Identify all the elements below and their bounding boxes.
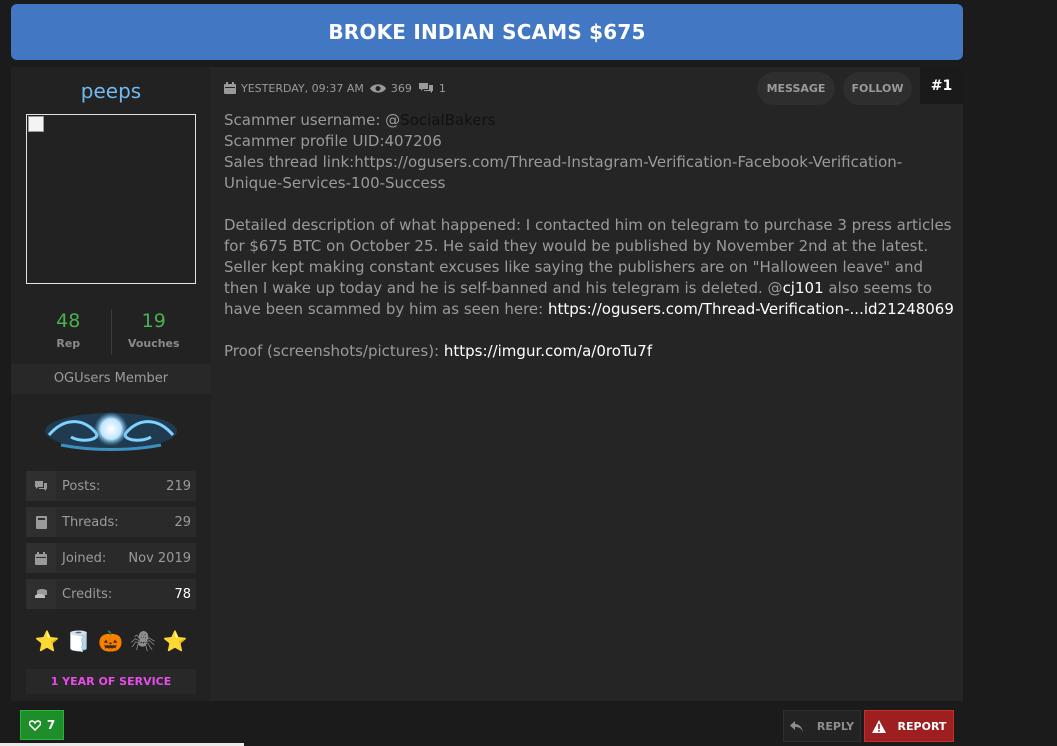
warning-icon <box>871 719 886 733</box>
calendar-icon <box>26 543 56 573</box>
joined-label: Joined: <box>62 550 107 566</box>
credits-value: 78 <box>174 586 191 602</box>
threads-value: 29 <box>174 514 191 530</box>
reply-button[interactable]: REPLY <box>783 710 861 742</box>
joined-value: Nov 2019 <box>128 550 191 566</box>
toilet-paper-award-icon[interactable]: 🧻 <box>66 629 91 653</box>
vouches-value: 19 <box>141 310 166 332</box>
userbar-moon-image <box>45 412 177 451</box>
message-button[interactable]: MESSAGE <box>757 72 835 105</box>
book-icon <box>26 507 56 537</box>
pumpkin-award-icon[interactable]: 🎃 <box>98 629 123 653</box>
post: peeps 48 Rep 19 Vouches OGUsers Member P… <box>11 67 963 701</box>
scammer-handle: SocialBakers <box>400 111 496 129</box>
avatar[interactable] <box>26 114 196 284</box>
reply-label: REPLY <box>816 719 855 733</box>
coins-icon <box>26 579 56 609</box>
mention-link[interactable]: cj101 <box>783 279 824 297</box>
medal-award-icon[interactable]: ⭐ <box>34 629 59 653</box>
vouches-label: Vouches <box>127 337 180 350</box>
report-button[interactable]: REPORT <box>864 710 954 742</box>
post-replies: 1 <box>438 81 446 95</box>
broken-image-icon <box>28 116 44 132</box>
comments-icon <box>26 471 56 501</box>
info-joined: Joined: Nov 2019 <box>26 543 196 573</box>
proof-link[interactable]: https://imgur.com/a/0roTu7f <box>444 342 652 360</box>
user-rank: OGUsers Member <box>11 364 211 394</box>
eye-icon <box>369 83 386 93</box>
author-username[interactable]: peeps <box>11 79 211 103</box>
author-sidebar: peeps 48 Rep 19 Vouches OGUsers Member P… <box>11 67 211 701</box>
thread-title-bar: BROKE INDIAN SCAMS $675 <box>11 4 963 60</box>
like-button[interactable]: 7 <box>20 710 64 740</box>
post-date: YESTERDAY, 09:37 AM <box>241 81 364 95</box>
info-posts: Posts: 219 <box>26 471 196 501</box>
scammer-uid-line: Scammer profile UID:407206 <box>224 132 442 150</box>
heart-icon <box>28 719 41 731</box>
like-count: 7 <box>46 718 56 732</box>
vouches-stat[interactable]: 19 Vouches <box>110 309 197 355</box>
rep-stat[interactable]: 48 Rep <box>26 309 111 355</box>
post-number[interactable]: #1 <box>920 67 963 104</box>
threads-label: Threads: <box>62 514 119 530</box>
spider-award-icon[interactable]: 🕷 <box>130 629 155 653</box>
scammer-username-line: Scammer username: @SocialBakers <box>224 111 496 129</box>
blue-medal-award-icon[interactable]: ⭐ <box>163 629 188 653</box>
sales-thread-line: Sales thread link:https://ogusers.com/Th… <box>224 153 903 192</box>
credits-label: Credits: <box>62 586 113 602</box>
description-paragraph: Detailed description of what happened: I… <box>224 216 957 318</box>
award-icons: ⭐ 🧻 🎃 🕷 ⭐ <box>31 626 191 656</box>
calendar-icon <box>224 82 236 94</box>
rep-value: 48 <box>56 310 81 332</box>
posts-label: Posts: <box>62 478 101 494</box>
info-threads: Threads: 29 <box>26 507 196 537</box>
related-thread-link[interactable]: https://ogusers.com/Thread-Verification-… <box>548 300 954 318</box>
post-content: YESTERDAY, 09:37 AM 369 1 MESSAGE FOLLOW… <box>224 67 963 701</box>
post-meta: YESTERDAY, 09:37 AM 369 1 <box>224 80 452 96</box>
proof-line: Proof (screenshots/pictures): https://im… <box>224 342 653 360</box>
thread-title: BROKE INDIAN SCAMS $675 <box>328 20 646 44</box>
post-body: Scammer username: @SocialBakers Scammer … <box>224 110 959 362</box>
author-stats: 48 Rep 19 Vouches <box>26 309 196 355</box>
rep-label: Rep <box>56 337 81 350</box>
posts-value: 219 <box>166 478 191 494</box>
report-label: REPORT <box>897 719 947 733</box>
info-credits: Credits: 78 <box>26 579 196 609</box>
follow-button[interactable]: FOLLOW <box>843 72 912 105</box>
post-views: 369 <box>390 81 412 95</box>
service-badge: 1 YEAR OF SERVICE <box>26 669 196 694</box>
reply-arrow-icon <box>789 720 803 732</box>
comments-icon <box>418 83 433 93</box>
